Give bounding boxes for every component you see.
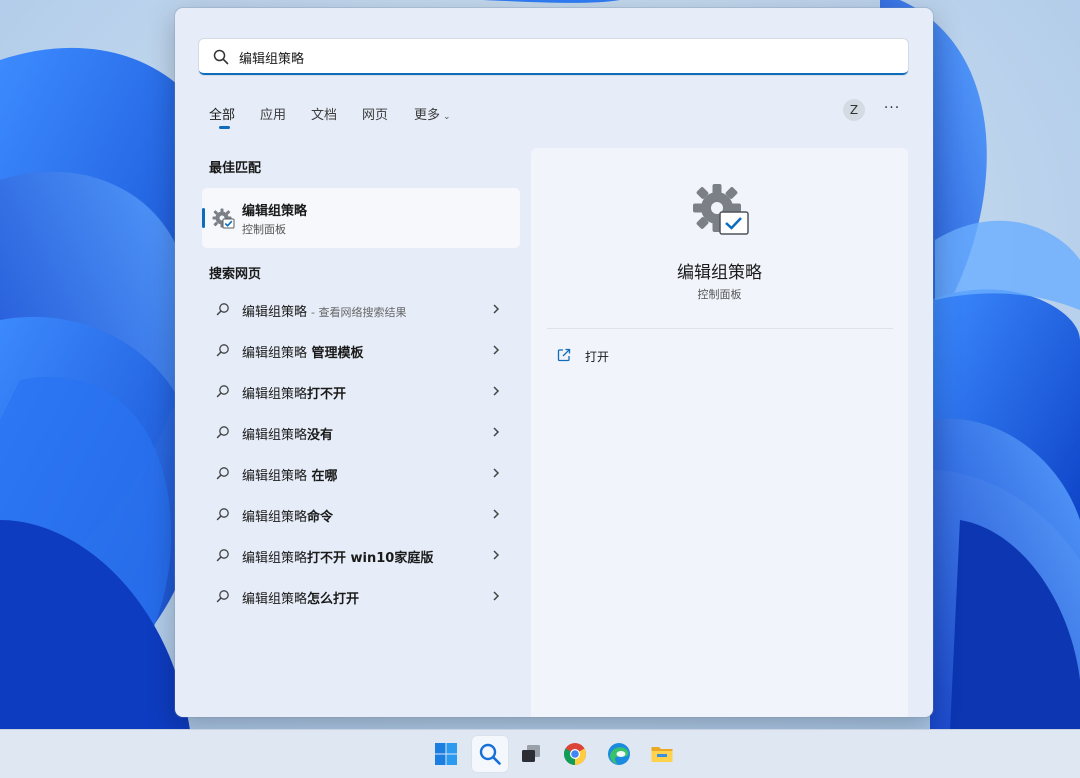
more-options-button[interactable]: ···: [881, 99, 903, 121]
detail-pane: 编辑组策略 控制面板 打开: [531, 148, 908, 717]
detail-app-subtitle: 控制面板: [697, 288, 742, 301]
tab-all[interactable]: 全部: [209, 104, 235, 129]
web-search-text: 编辑组策略打不开: [242, 387, 347, 402]
web-search-text: 编辑组策略怎么打开: [242, 592, 360, 607]
chevron-right-icon: [493, 468, 500, 478]
search-icon: [216, 590, 229, 603]
web-search-text: 编辑组策略 管理模板: [242, 346, 364, 361]
file-explorer-button[interactable]: [644, 736, 680, 772]
chevron-down-icon: ⌄: [443, 112, 451, 122]
web-search-item[interactable]: 编辑组策略命令: [202, 497, 520, 531]
chevron-right-icon: [493, 591, 500, 601]
gear-check-icon: [212, 208, 235, 229]
windows-start-icon: [435, 743, 457, 765]
best-match-title: 最佳匹配: [209, 161, 262, 176]
web-search-title: 搜索网页: [209, 267, 262, 282]
search-icon: [216, 549, 229, 562]
chevron-right-icon: [493, 550, 500, 560]
active-tab-indicator: [219, 126, 230, 129]
divider: [547, 328, 893, 329]
web-search-item[interactable]: 编辑组策略 在哪: [202, 456, 520, 490]
chevron-right-icon: [493, 345, 500, 355]
open-button-label: 打开: [585, 350, 610, 364]
search-icon: [213, 49, 229, 65]
web-search-item[interactable]: 编辑组策略 - 查看网络搜索结果: [202, 292, 520, 326]
search-icon: [216, 303, 229, 316]
web-search-item[interactable]: 编辑组策略 管理模板: [202, 333, 520, 367]
chrome-button[interactable]: [557, 736, 593, 772]
start-button[interactable]: [428, 736, 464, 772]
task-view-icon: [522, 745, 540, 762]
gear-check-icon: [693, 184, 749, 235]
chrome-icon: [564, 743, 586, 765]
web-search-item[interactable]: 编辑组策略没有: [202, 415, 520, 449]
web-search-item[interactable]: 编辑组策略打不开: [202, 374, 520, 408]
selection-indicator: [202, 208, 205, 228]
search-icon: [216, 467, 229, 480]
user-avatar[interactable]: Z: [843, 99, 865, 121]
tab-web[interactable]: 网页: [362, 104, 388, 123]
web-search-text: 编辑组策略没有: [242, 428, 334, 443]
tab-apps[interactable]: 应用: [260, 104, 286, 123]
web-search-item[interactable]: 编辑组策略打不开 win10家庭版: [202, 538, 520, 572]
web-search-text: 编辑组策略 - 查看网络搜索结果: [242, 305, 407, 320]
detail-app-name: 编辑组策略: [677, 263, 762, 283]
taskbar: [0, 729, 1080, 778]
file-explorer-icon: [651, 747, 673, 762]
search-input[interactable]: [237, 45, 881, 69]
web-search-text: 编辑组策略打不开 win10家庭版: [242, 551, 434, 566]
search-icon: [216, 385, 229, 398]
tab-documents[interactable]: 文档: [311, 104, 337, 123]
web-search-text: 编辑组策略 在哪: [242, 469, 338, 484]
web-search-item[interactable]: 编辑组策略怎么打开: [202, 579, 520, 613]
best-match-name: 编辑组策略: [242, 204, 308, 219]
edge-button[interactable]: [601, 736, 637, 772]
search-icon: [216, 508, 229, 521]
taskbar-search-button[interactable]: [472, 736, 508, 772]
chevron-right-icon: [493, 386, 500, 396]
edge-icon: [608, 743, 630, 765]
chevron-right-icon: [493, 427, 500, 437]
tab-more[interactable]: 更多 ⌄: [414, 104, 451, 123]
open-button[interactable]: 打开: [553, 344, 703, 368]
web-search-text: 编辑组策略命令: [242, 510, 334, 525]
task-view-button[interactable]: [513, 736, 549, 772]
chevron-right-icon: [493, 509, 500, 519]
search-icon: [479, 743, 501, 765]
search-icon: [216, 426, 229, 439]
open-external-icon: [557, 348, 571, 362]
best-match-item[interactable]: 编辑组策略 控制面板: [202, 188, 520, 248]
chevron-right-icon: [493, 304, 500, 314]
search-icon: [216, 344, 229, 357]
best-match-subtitle: 控制面板: [242, 223, 286, 236]
start-search-panel: 全部 应用 文档 网页 更多⌄ Z ··· 最佳匹配: [175, 8, 933, 717]
search-box[interactable]: [199, 39, 908, 75]
